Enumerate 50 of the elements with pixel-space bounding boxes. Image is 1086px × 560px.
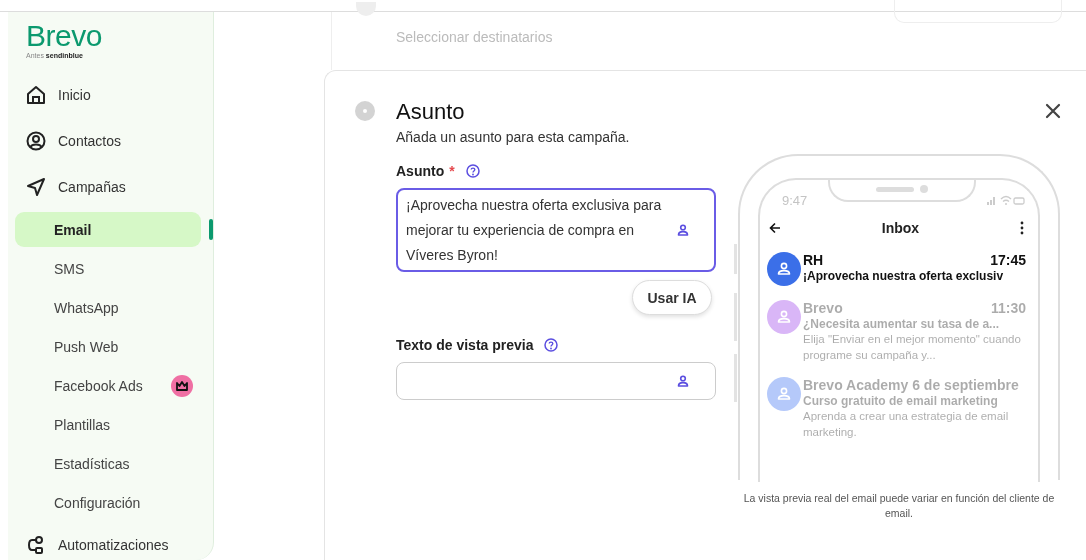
sidebar-subitem[interactable]: Push Web — [15, 329, 203, 364]
sidebar-subitem[interactable]: WhatsApp — [15, 290, 203, 325]
step-subtitle: Añada un asunto para esta campaña. — [396, 129, 631, 145]
personalize-icon — [676, 223, 690, 237]
email-sender: Brevo Academy 6 de septiembre — [803, 377, 1019, 393]
help-icon — [544, 338, 559, 352]
inbox-title: Inbox — [881, 220, 920, 236]
sidebar-subitem[interactable]: SMS — [15, 251, 203, 286]
email-subject: Curso gratuito de email marketing — [803, 394, 999, 408]
more-icon — [1020, 221, 1024, 235]
email-time: 11:30 — [990, 300, 1026, 316]
preview-text-field[interactable] — [396, 362, 716, 400]
email-sender: Brevo — [803, 300, 843, 316]
ai-button[interactable]: Usar IA — [632, 280, 712, 315]
personalize-icon — [676, 374, 690, 388]
step-indicator — [355, 101, 375, 121]
help-icon — [465, 164, 480, 178]
sidebar-subitem[interactable]: Estadísticas — [15, 446, 203, 481]
status-icons — [986, 194, 1026, 206]
email-subject: ¿Necesita aumentar su tasa de a... — [803, 317, 1001, 331]
active-indicator — [209, 219, 213, 240]
brevo-logo: Brevo — [26, 21, 103, 51]
step-title: Asunto — [396, 98, 466, 126]
sidebar-subitem[interactable]: Facebook Ads — [15, 368, 203, 403]
sidebar-item[interactable]: Inicio — [8, 72, 213, 118]
paper-plane-icon — [25, 176, 47, 198]
required-mark: * — [449, 163, 455, 179]
sidebar-item[interactable]: Contactos — [8, 118, 213, 164]
card-button[interactable] — [894, 0, 1062, 23]
user-circle-icon — [25, 130, 47, 152]
sidebar-subitem[interactable]: Email — [15, 212, 202, 247]
email-preview: Aprenda a crear una estrategia de email marketing. — [803, 409, 1010, 440]
sidebar-item[interactable]: Campañas — [8, 164, 213, 210]
field-label: Texto de vista previa — [396, 337, 534, 353]
step-subtitle: Seleccionar destinatarios — [396, 29, 553, 45]
sidebar-subitem[interactable]: Configuración — [15, 485, 203, 520]
field-label: Asunto — [396, 163, 445, 179]
sidebar-subitem[interactable]: Plantillas — [15, 407, 203, 442]
home-icon — [25, 84, 47, 106]
step-indicator — [356, 2, 376, 16]
email-subject: ¡Aprovecha nuestra oferta exclusiv — [803, 269, 1005, 283]
back-arrow-icon — [769, 222, 781, 234]
status-time: 9:47 — [782, 192, 808, 208]
email-preview: Elija "Enviar en el mejor momento" cuando programe su campaña y... — [803, 332, 1022, 363]
email-time: 17:45 — [990, 252, 1026, 268]
email-sender: RH — [803, 252, 824, 268]
subject-field[interactable]: ¡Aprovecha nuestra oferta exclusiva para mejorar tu experiencia de compra en Víveres Byron! — [396, 188, 716, 272]
sidebar-item[interactable]: Automatizaciones — [8, 522, 213, 560]
close-icon — [1045, 103, 1061, 119]
preview-note: La vista previa real del email puede variar en función del cliente de email. — [742, 491, 1056, 521]
